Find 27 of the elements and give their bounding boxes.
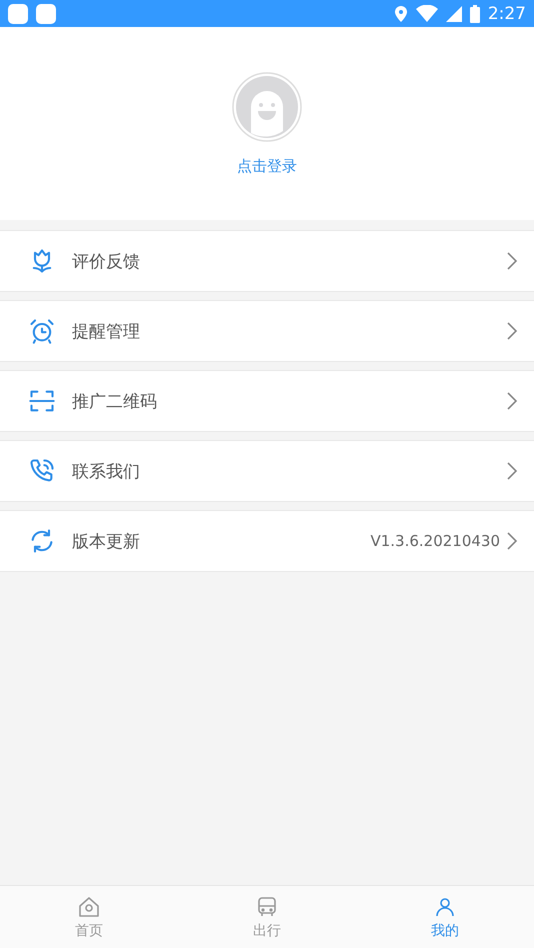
location-icon — [394, 4, 408, 22]
battery-icon — [470, 4, 480, 22]
home-icon — [77, 894, 101, 918]
wifi-icon — [416, 4, 438, 22]
avatar-icon[interactable] — [231, 71, 303, 143]
chevron-right-icon — [506, 321, 518, 341]
menu-label: 评价反馈 — [72, 250, 141, 272]
alarm-clock-icon — [28, 317, 56, 345]
menu-row[interactable]: 推广二维码 — [0, 370, 534, 432]
menu-label: 版本更新 — [72, 530, 141, 552]
menu-label: 推广二维码 — [72, 390, 158, 412]
menu-row[interactable]: 联系我们 — [0, 440, 534, 502]
menu-row[interactable]: 提醒管理 — [0, 300, 534, 362]
chevron-right-icon — [506, 391, 518, 411]
signal-icon — [446, 6, 462, 22]
bus-icon — [255, 894, 279, 918]
chevron-right-icon — [506, 461, 518, 481]
chevron-right-icon — [506, 531, 518, 551]
notification-icon — [36, 4, 56, 24]
clock-time: 2:27 — [488, 4, 526, 24]
menu-label: 联系我们 — [72, 460, 141, 482]
menu-row[interactable]: 版本更新 V1.3.6.20210430 — [0, 510, 534, 572]
chevron-right-icon — [506, 251, 518, 271]
notification-icon — [8, 4, 28, 24]
menu-row[interactable]: 评价反馈 — [0, 230, 534, 292]
version-text: V1.3.6.20210430 — [370, 532, 500, 550]
menu-label: 提醒管理 — [72, 320, 141, 342]
